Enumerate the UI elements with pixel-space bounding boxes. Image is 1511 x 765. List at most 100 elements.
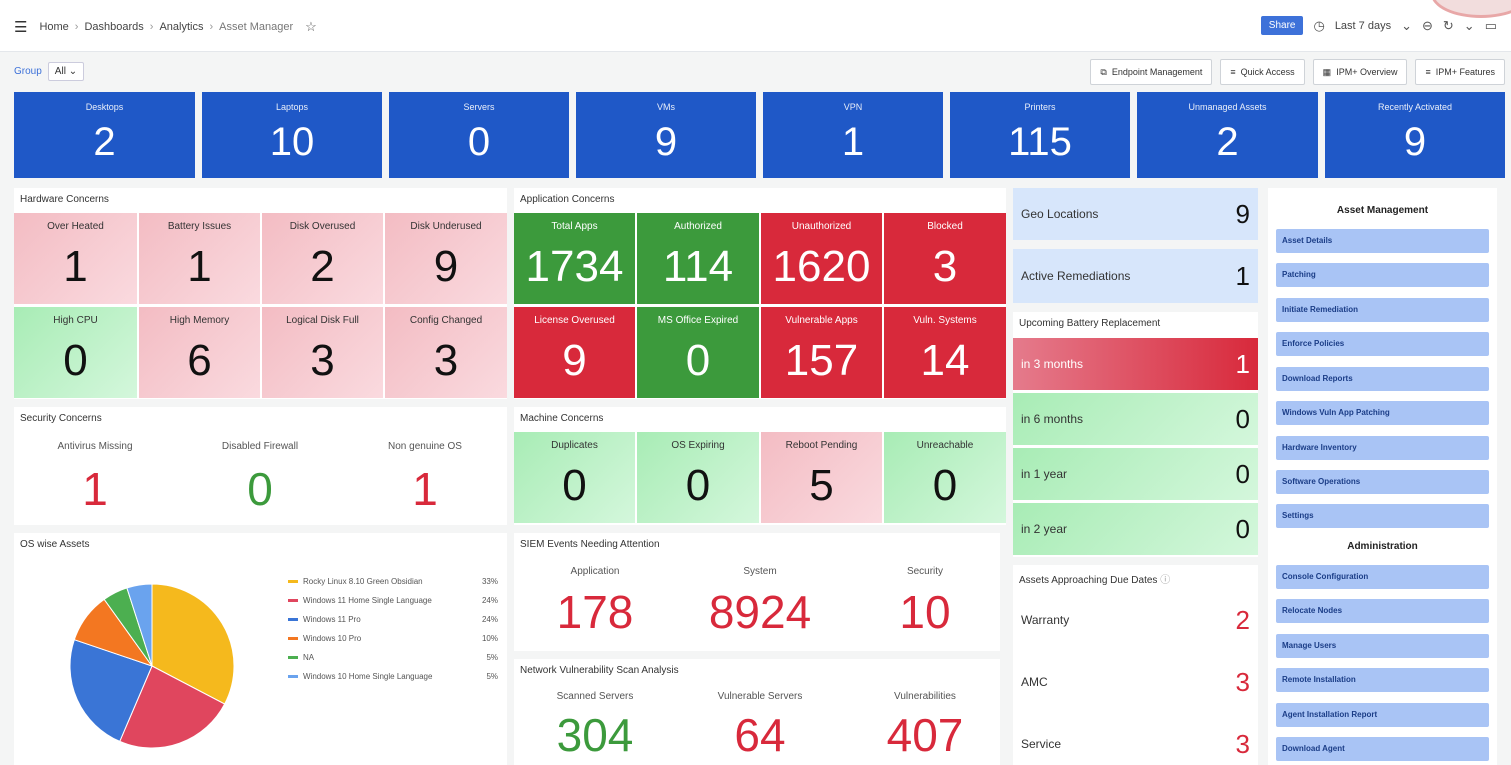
geo-locations-tile[interactable]: Geo Locations 9 xyxy=(1013,188,1258,240)
tile-config-changed[interactable]: Config Changed 3 xyxy=(385,307,507,398)
tile-logical-disk-full[interactable]: Logical Disk Full 3 xyxy=(262,307,383,398)
tile-label: Disk Underused xyxy=(410,221,482,232)
breadcrumb-dashboards[interactable]: Dashboards xyxy=(84,21,143,33)
due-service[interactable]: Service 3 xyxy=(1013,724,1258,764)
stat-vms[interactable]: VMs 9 xyxy=(576,92,756,178)
menu-console-configuration[interactable]: Console Configuration xyxy=(1276,565,1489,589)
legend-item[interactable]: Rocky Linux 8.10 Green Obsidian 33% xyxy=(288,572,498,591)
siem-application[interactable]: Application 178 xyxy=(530,566,660,639)
tile-vuln-systems[interactable]: Vuln. Systems 14 xyxy=(884,307,1006,398)
menu-agent-installation-report[interactable]: Agent Installation Report xyxy=(1276,703,1489,727)
share-button[interactable]: Share xyxy=(1260,16,1304,35)
tile-license-overused[interactable]: License Overused 9 xyxy=(514,307,635,398)
tile-blocked[interactable]: Blocked 3 xyxy=(884,213,1006,304)
tile-duplicates[interactable]: Duplicates 0 xyxy=(514,432,635,523)
tile-unauthorized[interactable]: Unauthorized 1620 xyxy=(761,213,882,304)
tile-disk-overused[interactable]: Disk Overused 2 xyxy=(262,213,383,304)
tile-over-heated[interactable]: Over Heated 1 xyxy=(14,213,137,304)
menu-patching[interactable]: Patching xyxy=(1276,263,1489,287)
stat-printers[interactable]: Printers 115 xyxy=(950,92,1130,178)
endpoint-management-button[interactable]: ⧉ Endpoint Management xyxy=(1090,59,1213,85)
menu-hardware-inventory[interactable]: Hardware Inventory xyxy=(1276,436,1489,460)
security-disabled-firewall[interactable]: Disabled Firewall 0 xyxy=(195,441,325,516)
legend-swatch xyxy=(288,618,298,621)
battery-row-label: in 1 year xyxy=(1021,467,1068,481)
legend-swatch xyxy=(288,580,298,583)
stat-servers[interactable]: Servers 0 xyxy=(389,92,569,178)
security-non-genuine-os[interactable]: Non genuine OS 1 xyxy=(360,441,490,516)
due-row-label: Service xyxy=(1021,737,1062,751)
menu-enforce-policies[interactable]: Enforce Policies xyxy=(1276,332,1489,356)
menu-download-agent[interactable]: Download Agent xyxy=(1276,737,1489,761)
ipm-overview-button[interactable]: ▦ IPM+ Overview xyxy=(1312,59,1408,85)
tile-value: 114 xyxy=(662,242,734,291)
stat-unmanaged-assets[interactable]: Unmanaged Assets 2 xyxy=(1137,92,1318,178)
siem-system[interactable]: System 8924 xyxy=(690,566,830,639)
chevron-down-icon[interactable]: ⌄ xyxy=(1464,18,1475,34)
tile-value: 3 xyxy=(433,336,459,385)
tv-mode-icon[interactable]: ▭ xyxy=(1485,18,1497,34)
tile-value: 9 xyxy=(562,336,587,385)
legend-item[interactable]: Windows 11 Home Single Language 24% xyxy=(288,591,498,610)
breadcrumb-home[interactable]: Home xyxy=(39,21,68,33)
due-warranty[interactable]: Warranty 2 xyxy=(1013,600,1258,640)
refresh-icon[interactable]: ↻ xyxy=(1443,18,1454,34)
tile-unreachable[interactable]: Unreachable 0 xyxy=(884,432,1006,523)
menu-initiate-remediation[interactable]: Initiate Remediation xyxy=(1276,298,1489,322)
security-antivirus-missing[interactable]: Antivirus Missing 1 xyxy=(30,441,160,516)
menu-remote-installation[interactable]: Remote Installation xyxy=(1276,668,1489,692)
legend-item[interactable]: Windows 10 Home Single Language 5% xyxy=(288,667,498,686)
os-legend: Rocky Linux 8.10 Green Obsidian 33% Window… xyxy=(288,572,498,686)
tile-total-apps[interactable]: Total Apps 1734 xyxy=(514,213,635,304)
menu-asset-details[interactable]: Asset Details xyxy=(1276,229,1489,253)
stat-recently-activated[interactable]: Recently Activated 9 xyxy=(1325,92,1505,178)
due-row-value: 3 xyxy=(1235,666,1250,697)
menu-relocate-nodes[interactable]: Relocate Nodes xyxy=(1276,599,1489,623)
network-scanned-servers[interactable]: Scanned Servers 304 xyxy=(530,691,660,762)
legend-item[interactable]: NA 5% xyxy=(288,648,498,667)
info-icon[interactable]: ⓘ xyxy=(1160,575,1170,586)
menu-windows-vuln-app-patching[interactable]: Windows Vuln App Patching xyxy=(1276,401,1489,425)
tile-disk-underused[interactable]: Disk Underused 9 xyxy=(385,213,507,304)
tile-authorized[interactable]: Authorized 114 xyxy=(637,213,759,304)
tile-high-cpu[interactable]: High CPU 0 xyxy=(14,307,137,398)
tile-label: Config Changed xyxy=(409,315,483,326)
star-icon[interactable]: ☆ xyxy=(305,19,317,35)
menu-download-reports[interactable]: Download Reports xyxy=(1276,367,1489,391)
network-vulnerable-servers[interactable]: Vulnerable Servers 64 xyxy=(690,691,830,762)
panel-title: Application Concerns xyxy=(520,194,615,205)
remediations-label: Active Remediations xyxy=(1021,269,1131,283)
quick-access-button[interactable]: ≡ Quick Access xyxy=(1220,59,1305,85)
chevron-right-icon: › xyxy=(74,21,79,33)
active-remediations-tile[interactable]: Active Remediations 1 xyxy=(1013,249,1258,303)
menu-software-operations[interactable]: Software Operations xyxy=(1276,470,1489,494)
breadcrumb-analytics[interactable]: Analytics xyxy=(159,21,203,33)
group-select[interactable]: All ⌄ xyxy=(47,62,85,81)
due-amc[interactable]: AMC 3 xyxy=(1013,662,1258,702)
stat-vpn[interactable]: VPN 1 xyxy=(763,92,943,178)
legend-percent: 33% xyxy=(481,577,498,586)
legend-item[interactable]: Windows 10 Pro 10% xyxy=(288,629,498,648)
tile-battery-issues[interactable]: Battery Issues 1 xyxy=(139,213,260,304)
battery-6-months[interactable]: in 6 months 0 xyxy=(1013,393,1258,445)
stat-desktops[interactable]: Desktops 2 xyxy=(14,92,195,178)
stat-laptops[interactable]: Laptops 10 xyxy=(202,92,382,178)
tile-high-memory[interactable]: High Memory 6 xyxy=(139,307,260,398)
siem-security[interactable]: Security 10 xyxy=(860,566,990,639)
tile-vulnerable-apps[interactable]: Vulnerable Apps 157 xyxy=(761,307,882,398)
battery-1-year[interactable]: in 1 year 0 xyxy=(1013,448,1258,500)
legend-item[interactable]: Windows 11 Pro 24% xyxy=(288,610,498,629)
time-range-picker[interactable]: Last 7 days xyxy=(1335,20,1391,32)
tile-os-expiring[interactable]: OS Expiring 0 xyxy=(637,432,759,523)
chevron-down-icon[interactable]: ⌄ xyxy=(1401,18,1412,34)
network-vulnerabilities[interactable]: Vulnerabilities 407 xyxy=(860,691,990,762)
battery-2-year[interactable]: in 2 year 0 xyxy=(1013,503,1258,555)
menu-manage-users[interactable]: Manage Users xyxy=(1276,634,1489,658)
tile-reboot-pending[interactable]: Reboot Pending 5 xyxy=(761,432,882,523)
menu-icon[interactable]: ☰ xyxy=(14,18,27,36)
battery-3-months[interactable]: in 3 months 1 xyxy=(1013,338,1258,390)
menu-settings[interactable]: Settings xyxy=(1276,504,1489,528)
ipm-features-button[interactable]: ≡ IPM+ Features xyxy=(1415,59,1505,85)
zoom-out-icon[interactable]: ⊖ xyxy=(1422,18,1433,34)
tile-ms-office-expired[interactable]: MS Office Expired 0 xyxy=(637,307,759,398)
